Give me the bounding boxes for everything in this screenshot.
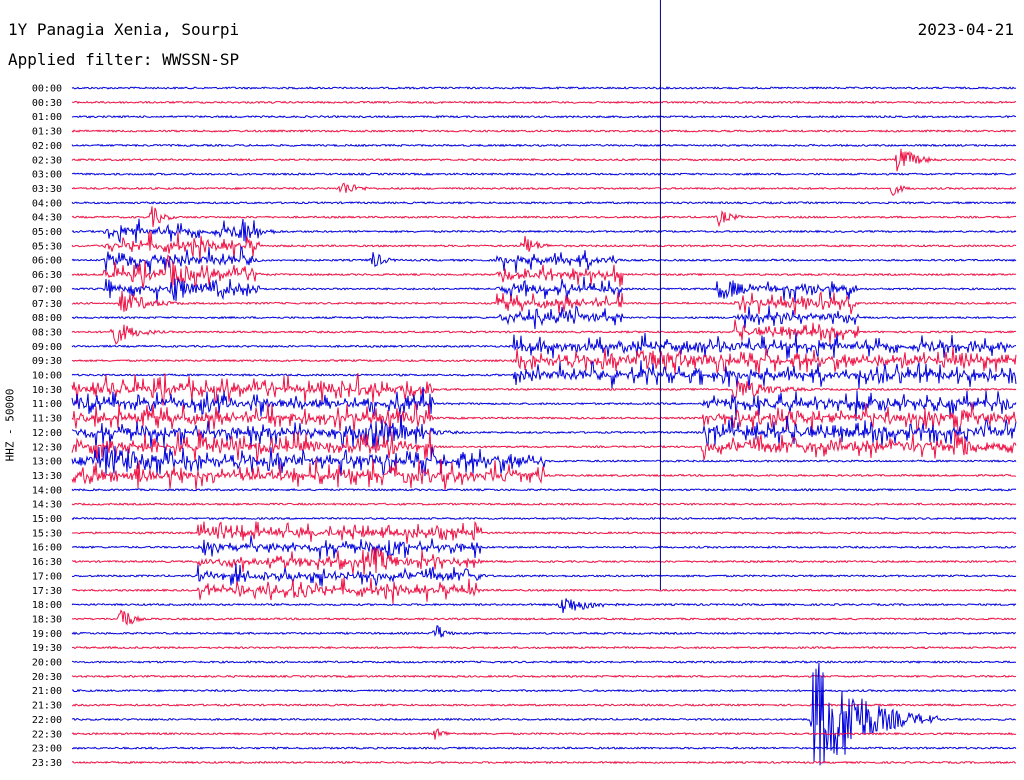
time-tick-label: 00:30 [32,98,62,109]
time-tick-label: 11:00 [32,399,62,410]
trace-row-18 [71,331,1017,359]
time-tick-label: 02:00 [32,141,62,152]
time-tick-label: 03:30 [32,184,62,195]
trace-row-7 [71,182,1017,197]
time-tick-label: 06:30 [32,270,62,281]
trace-row-36 [71,598,1017,614]
helicorder-plot: 00:00 00:30 01:00 01:30 02:00 02:30 03:00 03:30… [32,0,1017,769]
time-tick-label: 14:30 [32,500,62,511]
time-tick-label: 07:30 [32,299,62,310]
trace-row-3 [71,129,1017,133]
time-tick-label: 12:30 [32,442,62,453]
time-tick-label: 04:30 [32,213,62,224]
time-tick-label: 11:30 [32,414,62,425]
trace-row-46 [71,746,1017,750]
trace-row-8 [71,200,1017,205]
time-tick-label: 01:30 [32,127,62,138]
time-tick-label: 10:00 [32,371,62,382]
time-tick-label: 21:00 [32,686,62,697]
trace-row-17 [71,319,1017,345]
trace-row-41 [71,674,1017,679]
trace-row-40 [71,660,1016,664]
trace-row-35 [71,577,1017,604]
trace-row-44 [71,662,1017,766]
time-tick-label: 20:00 [32,658,62,669]
trace-row-34 [71,563,1017,587]
trace-row-30 [71,516,1017,521]
time-tick-label: 04:00 [32,198,62,209]
time-tick-label: 06:00 [32,256,62,267]
trace-row-28 [71,487,1017,492]
trace-row-29 [71,502,1017,506]
time-tick-label: 00:00 [32,84,62,95]
trace-row-14 [71,276,1017,304]
trace-row-25 [71,429,1017,463]
time-tick-label: 15:00 [32,514,62,525]
time-tick-label: 14:00 [32,485,62,496]
trace-row-4 [71,143,1017,148]
time-tick-label: 18:00 [32,600,62,611]
trace-row-47 [71,760,1017,765]
time-tick-label: 05:00 [32,227,62,238]
time-tick-label: 10:30 [32,385,62,396]
trace-row-39 [71,645,1017,650]
time-tick-label: 19:00 [32,629,62,640]
time-tick-label: 02:30 [32,155,62,166]
time-tick-label: 17:30 [32,586,62,597]
time-tick-label: 16:30 [32,557,62,568]
trace-row-16 [71,305,1017,330]
time-tick-label: 01:00 [32,112,62,123]
trace-row-37 [71,609,1017,626]
time-tick-label: 21:30 [32,701,62,712]
time-tick-label: 09:00 [32,342,62,353]
time-tick-label: 08:30 [32,327,62,338]
trace-row-20 [71,360,1017,390]
trace-row-43 [71,703,1017,707]
trace-row-10 [71,218,1017,244]
trace-row-11 [71,230,1017,262]
trace-row-19 [71,346,1017,374]
time-tick-label: 03:00 [32,170,62,181]
time-tick-label: 19:30 [32,643,62,654]
trace-row-33 [71,547,1017,575]
trace-row-31 [72,520,1017,544]
trace-row-1 [71,100,1017,105]
time-tick-label: 13:30 [32,471,62,482]
time-tick-label: 05:30 [32,241,62,252]
time-tick-label: 13:00 [32,457,62,468]
trace-row-0 [71,86,1017,90]
time-tick-label: 17:00 [32,571,62,582]
time-tick-label: 22:00 [32,715,62,726]
trace-row-15 [71,290,1017,315]
time-tick-label: 23:30 [32,758,62,769]
time-tick-label: 16:00 [32,543,62,554]
trace-rows [71,86,1017,766]
time-tick-label: 20:30 [32,672,62,683]
trace-row-6 [71,172,1017,176]
time-tick-label: 12:00 [32,428,62,439]
trace-row-45 [71,728,1017,740]
trace-row-42 [71,688,1017,693]
time-tick-label: 18:30 [32,614,62,625]
time-tick-label: 08:00 [32,313,62,324]
time-tick-label: 07:00 [32,284,62,295]
time-tick-labels: 00:00 00:30 01:00 01:30 02:00 02:30 03:00 03:30… [32,84,62,769]
time-tick-label: 09:30 [32,356,62,367]
trace-row-5 [71,148,1017,172]
trace-row-32 [71,535,1017,560]
trace-row-9 [71,206,1017,228]
time-tick-label: 22:30 [32,729,62,740]
time-tick-label: 23:00 [32,744,62,755]
time-tick-label: 15:30 [32,528,62,539]
trace-row-2 [71,114,1017,119]
trace-row-38 [71,625,1017,638]
